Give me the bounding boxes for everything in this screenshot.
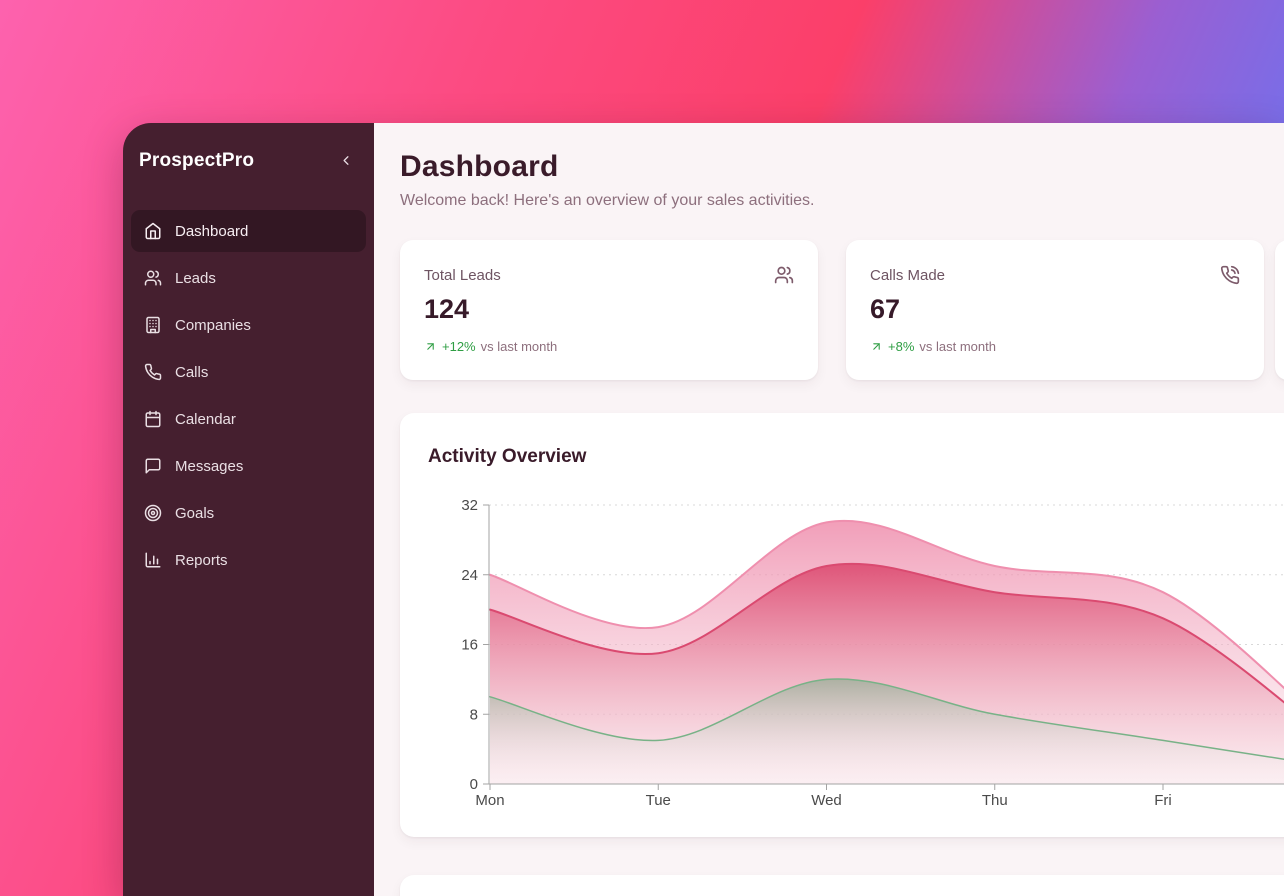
next-section-card — [400, 875, 1284, 896]
calendar-icon — [144, 410, 162, 428]
svg-text:0: 0 — [470, 776, 478, 793]
sidebar-item-goals[interactable]: Goals — [131, 492, 366, 534]
arrow-up-right-icon — [424, 340, 437, 353]
trend-percent: +12% — [442, 339, 476, 354]
message-square-icon — [144, 457, 162, 475]
sidebar-item-companies[interactable]: Companies — [131, 304, 366, 346]
stat-card: Calls Made 67 +8% vs last month — [846, 240, 1264, 380]
target-icon — [144, 504, 162, 522]
page-subtitle: Welcome back! Here's an overview of your… — [400, 192, 1284, 210]
sidebar-item-label: Calendar — [175, 411, 236, 428]
svg-text:24: 24 — [461, 567, 478, 584]
chevron-left-icon — [337, 153, 355, 168]
trend-suffix: vs last month — [481, 339, 558, 354]
trend-percent: +8% — [888, 339, 914, 354]
page-title: Dashboard — [400, 150, 1284, 184]
stat-label: Calls Made — [870, 267, 1240, 284]
sidebar-item-calendar[interactable]: Calendar — [131, 398, 366, 440]
sidebar-nav: Dashboard Leads Companies Calls Calendar Mess… — [131, 210, 366, 581]
users-icon — [774, 265, 794, 285]
stat-value: 124 — [424, 294, 794, 325]
svg-text:Wed: Wed — [811, 792, 842, 809]
trend-suffix: vs last month — [919, 339, 996, 354]
sidebar-item-reports[interactable]: Reports — [131, 539, 366, 581]
activity-chart: 0 8 16 24 32 Mon Tue Wed Thu Fri — [400, 425, 1284, 810]
stat-trend: +8% vs last month — [870, 339, 1240, 354]
gradient-background: ProspectPro Dashboard Leads Companies Calls… — [0, 0, 1284, 896]
stat-value: 67 — [870, 294, 1240, 325]
stat-trend: +12% vs last month — [424, 339, 794, 354]
sidebar-item-label: Companies — [175, 317, 251, 334]
stat-card-clipped — [1275, 240, 1284, 380]
main-content: Dashboard Welcome back! Here's an overvi… — [374, 123, 1284, 896]
arrow-up-right-icon — [870, 340, 883, 353]
svg-text:32: 32 — [461, 497, 478, 514]
sidebar-item-label: Dashboard — [175, 223, 248, 240]
phone-icon — [144, 363, 162, 381]
phone-call-icon — [1220, 265, 1240, 285]
sidebar-item-label: Goals — [175, 505, 214, 522]
sidebar-item-leads[interactable]: Leads — [131, 257, 366, 299]
chart-column-icon — [144, 551, 162, 569]
stats-row: Total Leads124+12%vs last monthCalls Mad… — [400, 240, 1284, 380]
sidebar-item-label: Leads — [175, 270, 216, 287]
stat-label: Total Leads — [424, 267, 794, 284]
app-window: ProspectPro Dashboard Leads Companies Calls… — [123, 123, 1284, 896]
sidebar-header: ProspectPro — [131, 143, 366, 172]
sidebar-item-label: Calls — [175, 364, 208, 381]
svg-text:16: 16 — [461, 637, 478, 654]
activity-overview-card: Activity Overview 08162432MonTueWedThuFr… — [400, 413, 1284, 837]
sidebar-item-messages[interactable]: Messages — [131, 445, 366, 487]
building-icon — [144, 316, 162, 334]
sidebar-item-label: Reports — [175, 552, 228, 569]
stat-card: Total Leads 124 +12% vs last month — [400, 240, 818, 380]
svg-text:Tue: Tue — [646, 792, 671, 809]
svg-text:Thu: Thu — [982, 792, 1008, 809]
svg-text:Mon: Mon — [475, 792, 504, 809]
sidebar-item-dashboard[interactable]: Dashboard — [131, 210, 366, 252]
sidebar-collapse-button[interactable] — [333, 149, 359, 172]
svg-text:Fri: Fri — [1154, 792, 1172, 809]
sidebar-item-label: Messages — [175, 458, 243, 475]
sidebar-item-calls[interactable]: Calls — [131, 351, 366, 393]
users-icon — [144, 269, 162, 287]
app-logo: ProspectPro — [139, 150, 254, 172]
svg-text:8: 8 — [470, 706, 478, 723]
home-icon — [144, 222, 162, 240]
sidebar: ProspectPro Dashboard Leads Companies Calls… — [123, 123, 374, 896]
